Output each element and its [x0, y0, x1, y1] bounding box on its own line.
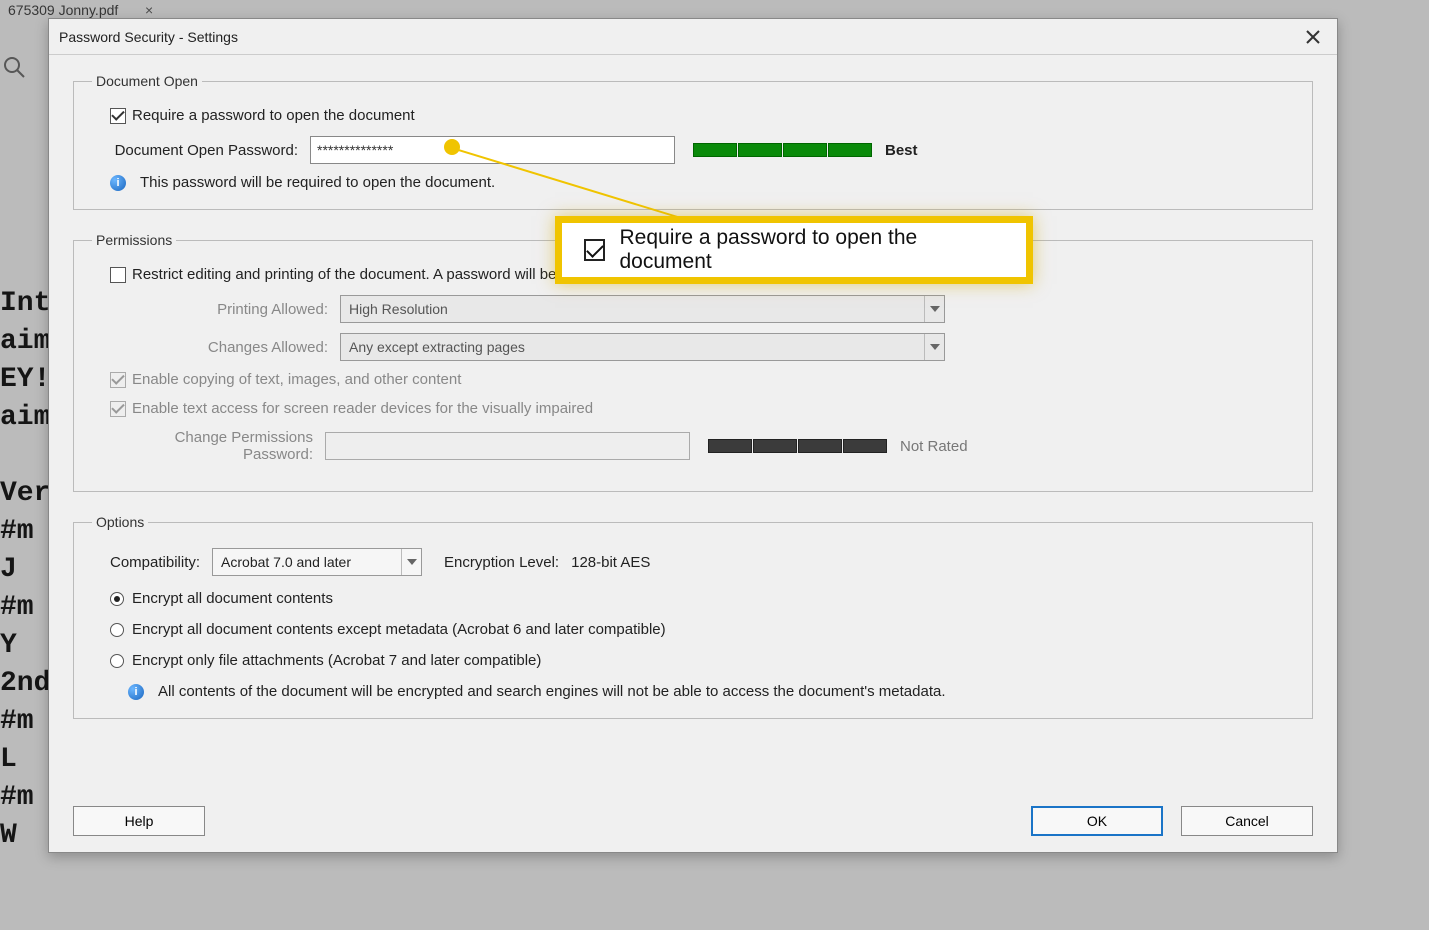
changes-allowed-value: Any except extracting pages	[349, 339, 525, 355]
open-password-label: Document Open Password:	[110, 142, 310, 159]
bg-text: #m	[0, 782, 48, 813]
bg-text: aim	[0, 402, 48, 433]
encrypt-attachments-radio[interactable]	[110, 654, 124, 668]
ok-button[interactable]: OK	[1031, 806, 1163, 836]
dialog-titlebar: Password Security - Settings	[49, 19, 1337, 55]
encryption-level-label: Encryption Level:	[444, 554, 559, 571]
printing-allowed-label: Printing Allowed:	[110, 301, 340, 318]
bg-text: aim	[0, 326, 48, 357]
options-legend: Options	[92, 514, 148, 530]
document-open-legend: Document Open	[92, 73, 202, 89]
encrypt-except-metadata-label: Encrypt all document contents except met…	[132, 621, 666, 638]
dialog-title: Password Security - Settings	[59, 29, 238, 45]
open-password-strength	[693, 143, 873, 157]
open-password-strength-text: Best	[885, 142, 918, 159]
bg-text: L	[0, 744, 48, 775]
options-group: Options Compatibility: Acrobat 7.0 and l…	[73, 514, 1313, 719]
callout-highlight: Require a password to open the document	[555, 216, 1033, 284]
enable-copy-checkbox	[110, 372, 126, 388]
restrict-editing-checkbox[interactable]	[110, 267, 126, 283]
chevron-down-icon	[924, 296, 944, 322]
bg-text: #m	[0, 516, 48, 547]
permissions-legend: Permissions	[92, 232, 176, 248]
dialog-button-bar: Help OK Cancel	[73, 806, 1313, 836]
open-password-info: This password will be required to open t…	[140, 174, 495, 191]
bg-text: Ver	[0, 478, 48, 509]
encrypt-all-label: Encrypt all document contents	[132, 590, 333, 607]
tab-filename: 675309 Jonny.pdf	[0, 2, 126, 18]
enable-access-label: Enable text access for screen reader dev…	[132, 400, 593, 417]
info-icon: i	[128, 684, 144, 700]
info-icon: i	[110, 175, 126, 191]
bg-text: #m	[0, 592, 48, 623]
bg-text: Int	[0, 288, 48, 319]
cancel-button[interactable]: Cancel	[1181, 806, 1313, 836]
bg-text: 2nd	[0, 668, 48, 699]
callout-anchor-dot	[444, 139, 460, 155]
encrypt-except-metadata-radio[interactable]	[110, 623, 124, 637]
perm-password-strength-text: Not Rated	[900, 438, 968, 455]
tab-close-x: ×	[145, 2, 153, 18]
encrypt-attachments-label: Encrypt only file attachments (Acrobat 7…	[132, 652, 541, 669]
chevron-down-icon	[401, 549, 421, 575]
enable-copy-label: Enable copying of text, images, and othe…	[132, 371, 461, 388]
dialog-close-button[interactable]	[1299, 23, 1327, 51]
bg-text: J	[0, 554, 48, 585]
callout-checkbox-icon	[584, 239, 605, 261]
options-info-text: All contents of the document will be enc…	[158, 683, 946, 700]
encrypt-all-radio[interactable]	[110, 592, 124, 606]
compatibility-label: Compatibility:	[110, 554, 200, 571]
encryption-level-value: 128-bit AES	[571, 554, 650, 571]
compatibility-select[interactable]: Acrobat 7.0 and later	[212, 548, 422, 576]
perm-password-label: Change Permissions Password:	[110, 429, 325, 463]
compatibility-value: Acrobat 7.0 and later	[221, 554, 351, 570]
printing-allowed-select[interactable]: High Resolution	[340, 295, 945, 323]
bg-text: EY!	[0, 364, 48, 395]
require-open-password-label: Require a password to open the document	[132, 107, 415, 124]
bg-text: W	[0, 820, 48, 851]
callout-text: Require a password to open the document	[619, 226, 1004, 274]
perm-password-strength	[708, 439, 888, 453]
search-icon	[2, 55, 26, 79]
password-security-dialog: Password Security - Settings Document Op…	[48, 18, 1338, 853]
chevron-down-icon	[924, 334, 944, 360]
changes-allowed-select[interactable]: Any except extracting pages	[340, 333, 945, 361]
enable-access-checkbox	[110, 401, 126, 417]
help-button[interactable]: Help	[73, 806, 205, 836]
perm-password-input	[325, 432, 690, 460]
bg-text: Y	[0, 630, 48, 661]
printing-allowed-value: High Resolution	[349, 301, 448, 317]
require-open-password-checkbox[interactable]	[110, 108, 126, 124]
document-open-group: Document Open Require a password to open…	[73, 73, 1313, 210]
bg-text: #m	[0, 706, 48, 737]
changes-allowed-label: Changes Allowed:	[110, 339, 340, 356]
